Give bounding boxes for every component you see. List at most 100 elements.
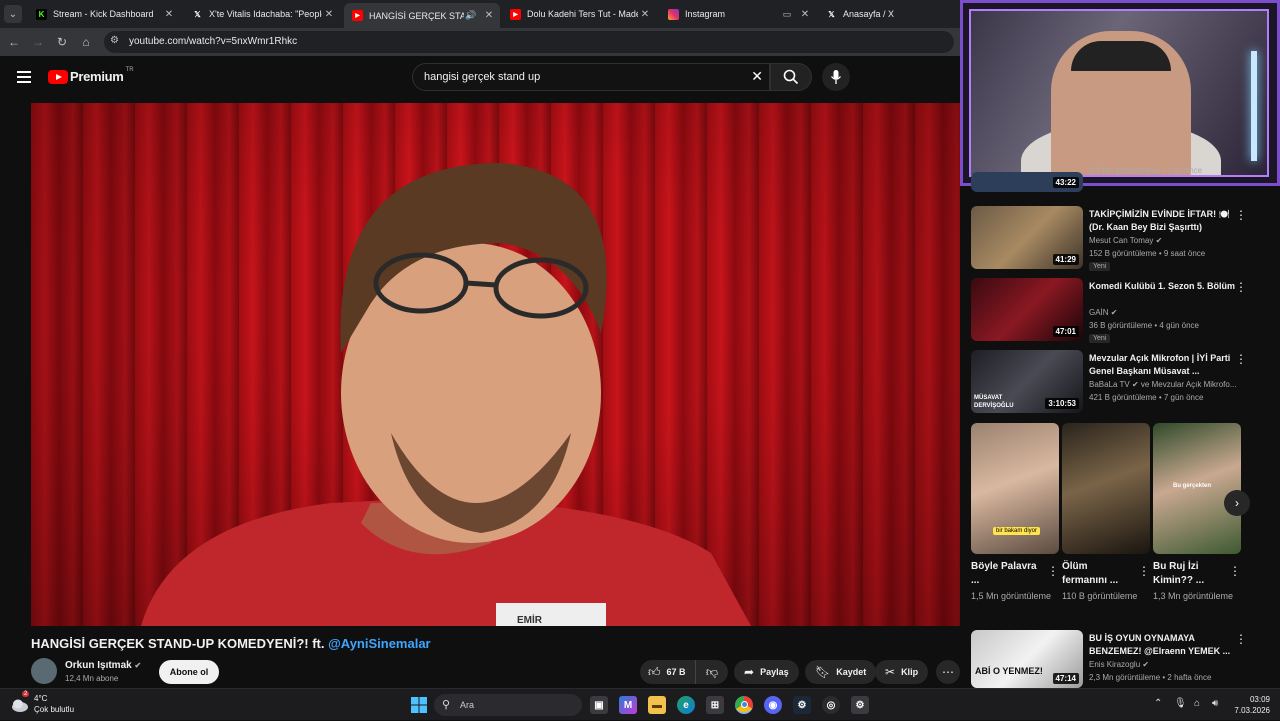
related-video-item[interactable]: 43:22 2,8 Mn görüntüleme • 1 ay önce	[971, 166, 1253, 192]
short-thumbnail[interactable]: bir bakam diyor	[971, 423, 1059, 554]
video-thumbnail[interactable]: MÜSAVAT DERVİŞOĞLU 3:10:53	[971, 350, 1083, 413]
channel-name[interactable]: Enis Kirazoglu ✔	[1089, 660, 1149, 669]
more-actions-icon[interactable]: ⋯	[936, 660, 960, 684]
menu-icon[interactable]	[17, 71, 31, 83]
search-icon	[783, 69, 799, 85]
share-button[interactable]: ➦ Paylaş	[734, 660, 799, 684]
taskbar-search[interactable]: ⚲ Ara	[434, 694, 582, 716]
file-explorer-icon[interactable]: ▬	[648, 696, 666, 714]
short-item[interactable]: bir bakam diyor Böyle Palavra ... 1,5 Mn…	[971, 423, 1059, 603]
home-icon[interactable]: ⌂	[78, 34, 94, 50]
close-icon[interactable]: ✕	[322, 9, 336, 20]
close-icon[interactable]: ✕	[638, 9, 652, 20]
close-icon[interactable]: ✕	[162, 9, 176, 20]
channel-name[interactable]: Orkun Işıtmak ✔	[65, 660, 141, 671]
network-icon[interactable]: ⌂	[1194, 698, 1200, 709]
channel-avatar[interactable]	[31, 658, 57, 684]
speaker-icon[interactable]: 🔊	[464, 10, 478, 21]
tab-instagram[interactable]: Instagram ▭ ✕	[660, 3, 816, 25]
microsoft-365-icon[interactable]: M	[619, 696, 637, 714]
video-player[interactable]: EMİR	[31, 103, 960, 626]
more-options-icon[interactable]: ⋮	[1235, 208, 1247, 222]
channel-name[interactable]: BaBaLa TV ✔ ve Mevzular Açık Mikrofo...	[1089, 380, 1237, 389]
kick-icon: K	[36, 8, 47, 20]
microphone-icon[interactable]: 🎙︎	[1174, 698, 1187, 709]
video-thumbnail[interactable]: 47:01	[971, 278, 1083, 341]
instagram-icon	[668, 8, 679, 20]
tab-x-home[interactable]: 𝕏 Anasayfa / X	[818, 3, 958, 25]
close-icon[interactable]: ✕	[798, 9, 812, 20]
channel-mention-link[interactable]: @AyniSinemalar	[328, 636, 431, 651]
more-options-icon[interactable]: ⋮	[1235, 352, 1247, 366]
reload-icon[interactable]: ↻	[54, 34, 70, 50]
voice-search-button[interactable]	[822, 63, 850, 91]
close-icon[interactable]: ✕	[482, 10, 496, 21]
more-options-icon[interactable]: ⋮	[1138, 564, 1150, 578]
back-icon[interactable]: ←	[6, 34, 22, 50]
site-info-icon[interactable]: ⚙	[110, 35, 119, 46]
discord-icon[interactable]: ◉	[764, 696, 782, 714]
edge-icon[interactable]: e	[677, 696, 695, 714]
related-video-item[interactable]: 41:29 TAKİPÇİMİZİN EVİNDE İFTAR! 🍽️ (Dr.…	[971, 206, 1253, 272]
cast-icon[interactable]: ▭	[780, 9, 794, 20]
page-scrollbar[interactable]	[1272, 186, 1280, 686]
tab-youtube-2[interactable]: ▶ Dolu Kadehi Ters Tut - Madem ✕	[502, 3, 656, 25]
video-thumbnail[interactable]: 41:29	[971, 206, 1083, 269]
steam-icon[interactable]: ⚙	[793, 696, 811, 714]
x-icon: 𝕏	[194, 9, 201, 19]
short-item[interactable]: Ölüm fermanını ... 110 B görüntüleme ⋮	[1062, 423, 1150, 603]
chevron-up-icon[interactable]: ⌃	[1154, 698, 1162, 709]
like-button[interactable]: 👍︎ 67 B	[640, 660, 696, 684]
settings-icon[interactable]: ⚙	[851, 696, 869, 714]
clip-button[interactable]: ✂ Klip	[875, 660, 929, 684]
video-title[interactable]: Komedi Kulübü 1. Sezon 5. Bölüm	[1089, 280, 1237, 293]
tab-x-post[interactable]: 𝕏 X'te Vitalis Idachaba: "People in ✕	[184, 3, 340, 25]
more-options-icon[interactable]: ⋮	[1235, 280, 1247, 294]
obs-icon[interactable]: ◎	[822, 696, 840, 714]
tab-kick-dashboard[interactable]: K Stream - Kick Dashboard ✕	[28, 3, 180, 25]
short-title[interactable]: Bu Ruj İzi Kimin?? ...	[1153, 560, 1225, 588]
video-title[interactable]: Mevzular Açık Mikrofon | İYİ Parti Genel…	[1089, 352, 1237, 378]
task-view-icon[interactable]: ▣	[590, 696, 608, 714]
tab-search-button[interactable]: ⌄	[4, 5, 22, 23]
subscribe-button[interactable]: Abone ol	[159, 660, 219, 684]
date: 7.03.2026	[1234, 706, 1270, 715]
short-thumbnail[interactable]	[1062, 423, 1150, 554]
dislike-button[interactable]: 👎︎	[696, 660, 728, 684]
subscriber-count: 12,4 Mn abone	[65, 674, 119, 683]
video-stats: 152 B görüntüleme • 9 saat önce	[1089, 249, 1206, 258]
more-options-icon[interactable]: ⋮	[1229, 564, 1241, 578]
save-button[interactable]: 🔖︎ Kaydet	[805, 660, 877, 684]
related-video-item[interactable]: 47:01 Komedi Kulübü 1. Sezon 5. Bölüm GA…	[971, 278, 1253, 344]
windows-start-icon[interactable]	[410, 696, 428, 714]
channel-name[interactable]: Mesut Can Tomay ✔	[1089, 236, 1162, 245]
more-options-icon[interactable]: ⋮	[1047, 564, 1059, 578]
search-input[interactable]: hangisi gerçek stand up ✕	[412, 63, 770, 91]
video-thumbnail[interactable]: ABİ O YENMEZ! 47:14	[971, 630, 1083, 688]
clip-label: Klip	[901, 667, 919, 677]
clock[interactable]: 03:09 7.03.2026	[1234, 694, 1270, 716]
video-title[interactable]: TAKİPÇİMİZİN EVİNDE İFTAR! 🍽️ (Dr. Kaan …	[1089, 208, 1237, 234]
more-options-icon[interactable]: ⋮	[1235, 632, 1247, 646]
short-title[interactable]: Ölüm fermanını ...	[1062, 560, 1134, 588]
shorts-next-button[interactable]: ›	[1224, 490, 1250, 516]
clear-icon[interactable]: ✕	[751, 68, 763, 85]
forward-icon[interactable]: →	[30, 34, 46, 50]
volume-icon[interactable]: 🔊︎	[1212, 698, 1218, 709]
video-title[interactable]: BU İŞ OYUN OYNAMAYA BENZEMEZ! @Elraenn Y…	[1089, 632, 1237, 658]
short-thumbnail[interactable]: Bu gerçekten	[1153, 423, 1241, 554]
search-button[interactable]	[770, 63, 812, 91]
omnibox[interactable]: ⚙ youtube.com/watch?v=5nxWmr1Rhkc	[104, 31, 954, 53]
related-video-item[interactable]: MÜSAVAT DERVİŞOĞLU 3:10:53 Mevzular Açık…	[971, 350, 1253, 416]
short-title[interactable]: Böyle Palavra ...	[971, 560, 1043, 588]
youtube-premium-logo[interactable]: Premium TR	[48, 67, 134, 84]
youtube-header: Premium TR hangisi gerçek stand up ✕	[0, 56, 960, 102]
verified-icon: ✔	[134, 661, 142, 670]
chrome-icon[interactable]	[735, 696, 753, 714]
channel-name[interactable]: GAİN ✔	[1089, 308, 1118, 317]
video-thumbnail[interactable]: 43:22	[971, 172, 1083, 192]
tab-youtube-active[interactable]: ▶ HANGİSİ GERÇEK STAND-UP 🔊 ✕	[344, 3, 500, 28]
related-video-item[interactable]: ABİ O YENMEZ! 47:14 BU İŞ OYUN OYNAMAYA …	[971, 630, 1253, 690]
url-text: youtube.com/watch?v=5nxWmr1Rhkc	[129, 36, 298, 47]
microsoft-store-icon[interactable]: ⊞	[706, 696, 724, 714]
